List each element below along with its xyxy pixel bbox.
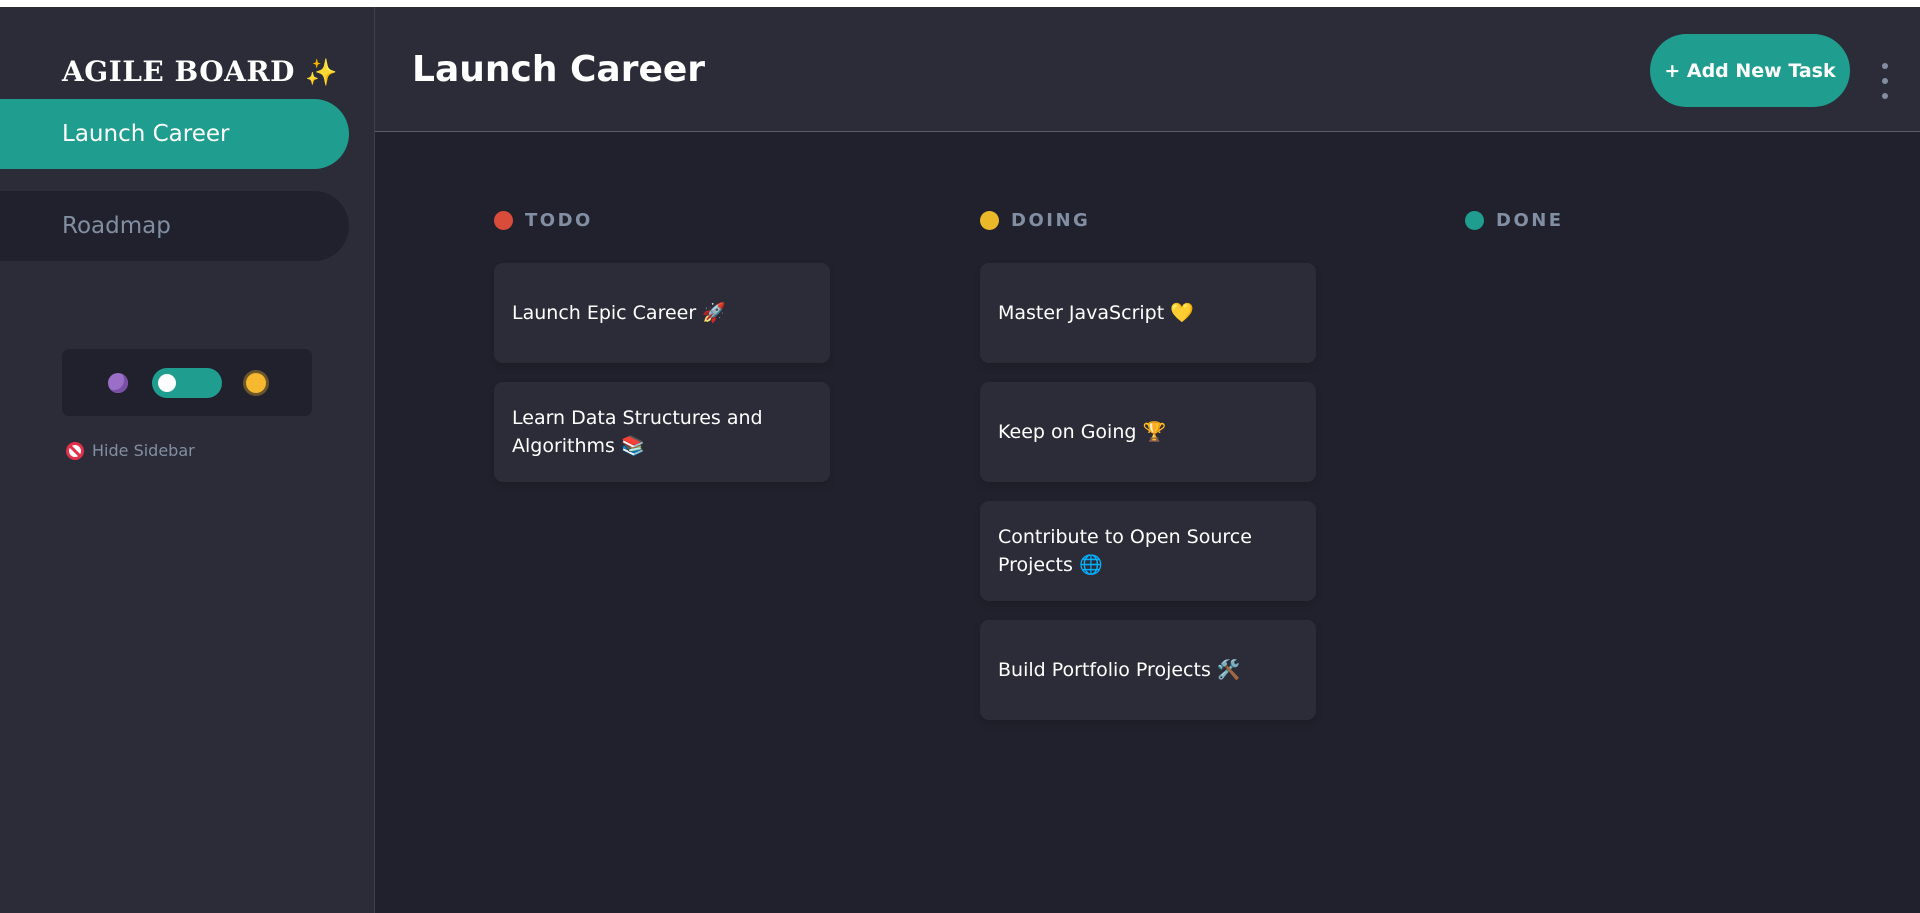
column-doing: DOING Master JavaScript 💛 Keep on Going … [980, 207, 1316, 720]
task-title: Build Portfolio Projects 🛠️ [998, 659, 1241, 681]
task-title: Contribute to Open Source Projects 🌐 [998, 526, 1252, 576]
column-header: DOING [980, 207, 1316, 233]
status-dot [1465, 210, 1484, 230]
task-card[interactable]: Build Portfolio Projects 🛠️ [980, 620, 1316, 720]
column-title: DOING [1011, 209, 1091, 231]
status-dot [980, 210, 999, 230]
column-todo: TODO Launch Epic Career 🚀 Learn Data Str… [494, 207, 830, 482]
page-title: Launch Career [412, 49, 706, 90]
sun-icon [246, 372, 266, 393]
sidebar: AGILE BOARD ✨ Launch Career Roadmap Hide… [0, 7, 375, 913]
task-title: Launch Epic Career 🚀 [512, 302, 726, 324]
column-title: DONE [1496, 209, 1564, 231]
sidebar-item-roadmap[interactable]: Roadmap [0, 191, 349, 261]
switch-knob [158, 373, 176, 392]
moon-icon [108, 372, 128, 393]
task-card[interactable]: Master JavaScript 💛 [980, 263, 1316, 363]
sidebar-item-launch-career[interactable]: Launch Career [0, 99, 349, 169]
task-list: Master JavaScript 💛 Keep on Going 🏆 Cont… [980, 263, 1316, 720]
task-list: Launch Epic Career 🚀 Learn Data Structur… [494, 263, 830, 482]
column-done: DONE [1465, 207, 1801, 263]
status-dot [494, 210, 513, 230]
column-title: TODO [525, 209, 593, 231]
hide-sidebar-label: Hide Sidebar [92, 441, 195, 460]
task-title: Keep on Going 🏆 [998, 421, 1167, 443]
column-header: TODO [494, 207, 830, 233]
column-header: DONE [1465, 207, 1801, 233]
logo-text: AGILE BOARD [62, 55, 295, 88]
task-card[interactable]: Keep on Going 🏆 [980, 382, 1316, 482]
header: Launch Career + Add New Task [375, 7, 1920, 132]
add-task-button[interactable]: + Add New Task [1650, 34, 1850, 107]
theme-switch[interactable] [152, 367, 222, 398]
task-title: Master JavaScript 💛 [998, 302, 1194, 324]
task-card[interactable]: Learn Data Structures and Algorithms 📚 [494, 382, 830, 482]
sidebar-item-label: Roadmap [62, 213, 171, 239]
theme-toggle-panel [62, 349, 312, 416]
task-card[interactable]: Contribute to Open Source Projects 🌐 [980, 501, 1316, 601]
app-window: AGILE BOARD ✨ Launch Career Roadmap Hide… [0, 7, 1920, 913]
task-card[interactable]: Launch Epic Career 🚀 [494, 263, 830, 363]
task-title: Learn Data Structures and Algorithms 📚 [512, 407, 763, 457]
app-logo: AGILE BOARD ✨ [62, 55, 338, 88]
hide-sidebar-button[interactable]: Hide Sidebar [66, 441, 195, 460]
sparkles-icon: ✨ [305, 58, 338, 88]
hide-icon [66, 441, 84, 460]
sidebar-item-label: Launch Career [62, 121, 230, 147]
kebab-menu-icon[interactable] [1875, 63, 1895, 99]
